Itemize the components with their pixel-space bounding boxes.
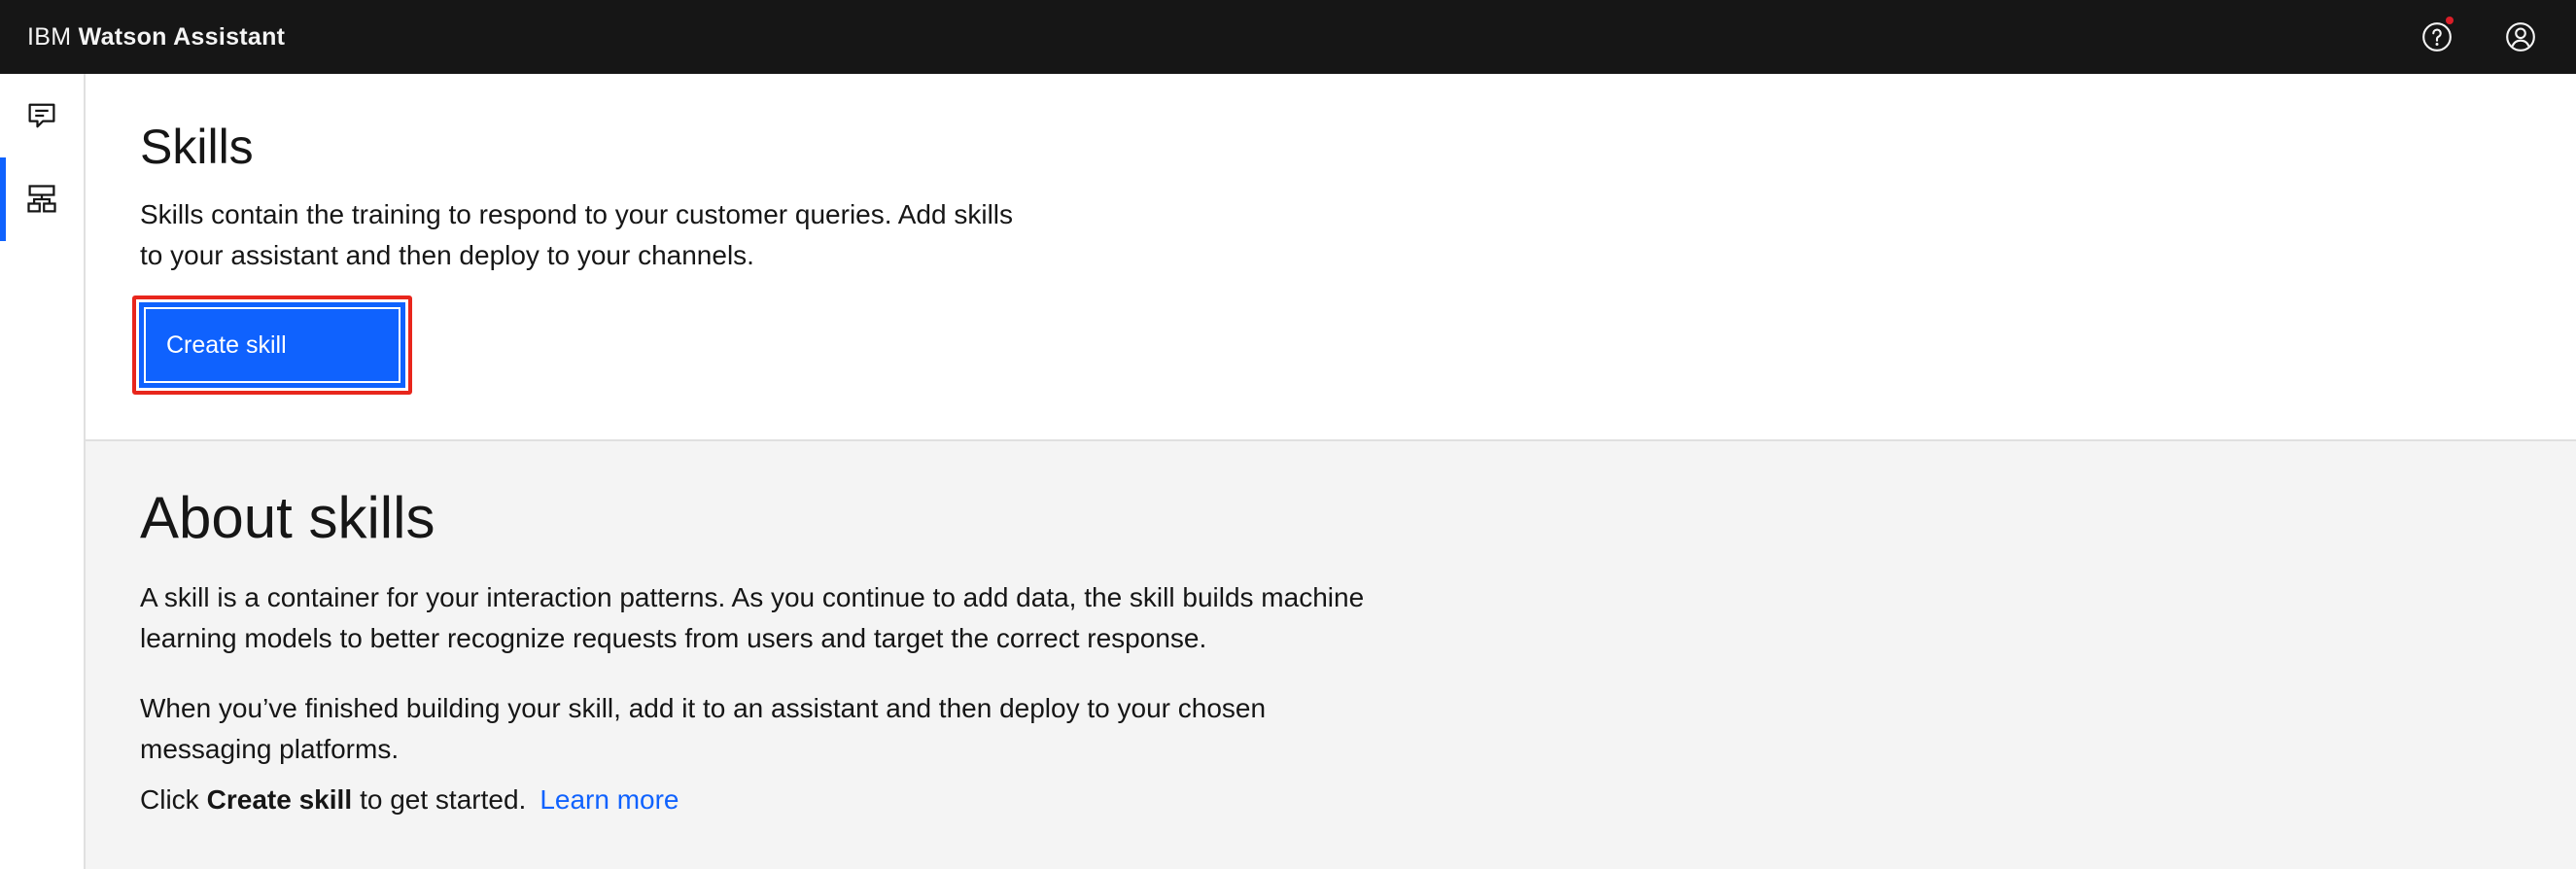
about-skills-section: About skills A skill is a container for … [86, 441, 2576, 869]
skills-description: Skills contain the training to respond t… [140, 199, 1014, 270]
skills-section: Skills Skills contain the training to re… [86, 74, 2576, 441]
side-navigation [0, 74, 86, 869]
user-avatar-icon [2506, 22, 2535, 52]
help-icon [2422, 22, 2452, 52]
about-paragraph-1: A skill is a container for your interact… [140, 582, 1365, 653]
header-actions [2395, 0, 2562, 74]
about-cta-line: Click Create skill to get started. Learn… [140, 780, 1404, 820]
sidenav-item-assistants[interactable] [0, 74, 84, 157]
learn-more-link[interactable]: Learn more [540, 780, 679, 820]
product-brand[interactable]: IBM Watson Assistant [27, 23, 285, 52]
create-skill-button[interactable]: Create skill [139, 302, 405, 388]
help-button[interactable] [2395, 0, 2479, 74]
main-content: Skills Skills contain the training to re… [86, 74, 2576, 869]
cta-prefix: Click [140, 784, 199, 815]
chat-icon [28, 103, 55, 128]
cta-suffix: to get started. [360, 784, 527, 815]
about-title: About skills [140, 485, 435, 550]
user-profile-button[interactable] [2479, 0, 2562, 74]
brand-name: Watson Assistant [78, 22, 286, 51]
page-title: Skills [140, 120, 254, 174]
cta-bold: Create skill [206, 784, 353, 815]
sidenav-item-skills[interactable] [0, 157, 84, 241]
skills-tree-icon [27, 185, 56, 213]
top-header: IBM Watson Assistant [0, 0, 2576, 74]
about-paragraph-2: When you’ve finished building your skill… [140, 693, 1267, 764]
brand-prefix: IBM [27, 22, 72, 51]
notification-dot [2446, 17, 2454, 24]
